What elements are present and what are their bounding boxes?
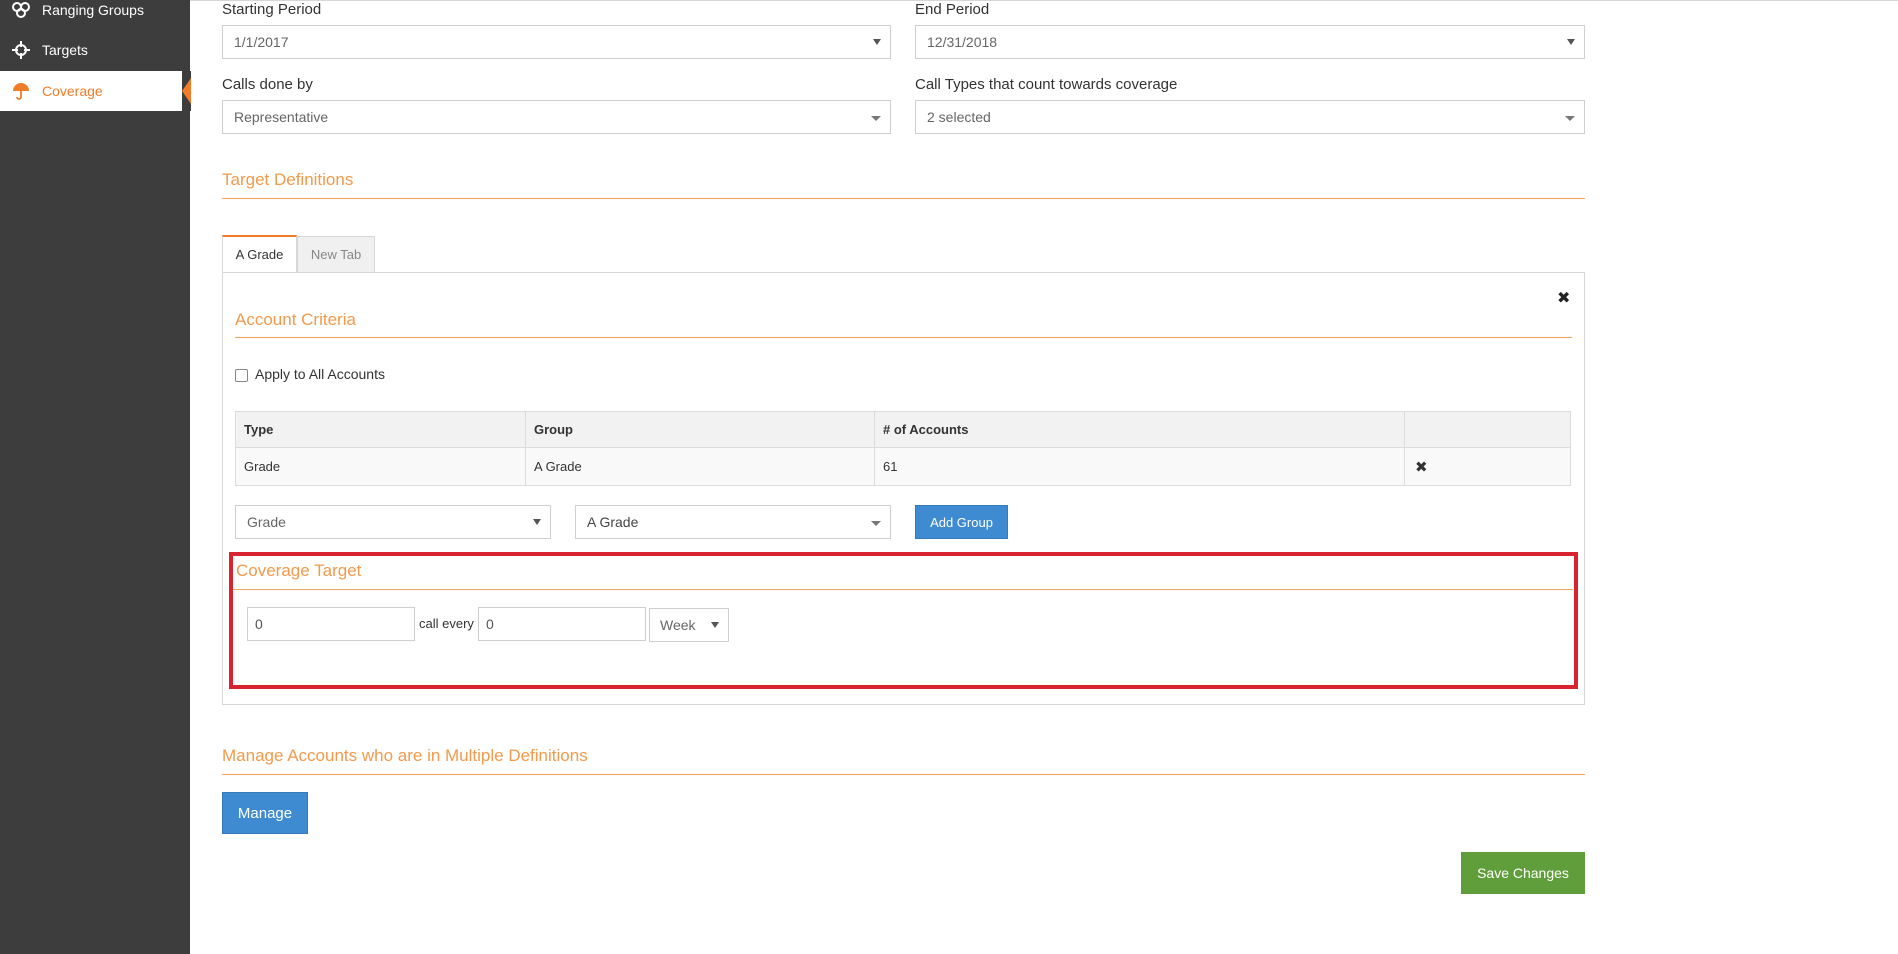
remove-row-icon[interactable]: ✖ — [1404, 447, 1571, 486]
criteria-type-value: Grade — [247, 514, 286, 530]
call-types-select[interactable]: 2 selected — [915, 100, 1585, 134]
starting-period-value: 1/1/2017 — [234, 34, 289, 50]
end-period-select[interactable]: 12/31/2018 — [915, 25, 1585, 59]
calls-done-by-value: Representative — [234, 109, 329, 125]
column-header-type: Type — [235, 411, 526, 448]
call-types-value: 2 selected — [927, 109, 991, 125]
coverage-calls-input[interactable]: 0 — [247, 607, 415, 641]
coverage-unit-select[interactable]: Week — [649, 608, 729, 642]
chevron-down-icon — [1565, 116, 1575, 121]
manage-button[interactable]: Manage — [222, 792, 308, 834]
criteria-type-select[interactable]: Grade — [235, 505, 551, 539]
end-period-label: End Period — [915, 1, 990, 18]
table-header-row: Type Group # of Accounts — [235, 411, 1571, 448]
sidebar-item-targets[interactable]: Targets — [0, 30, 190, 70]
sidebar-item-label: Targets — [42, 42, 88, 58]
chevron-down-icon — [533, 519, 541, 525]
coverage-target-title: Coverage Target — [236, 561, 362, 580]
criteria-group-value: A Grade — [587, 514, 639, 530]
add-group-button[interactable]: Add Group — [915, 505, 1008, 539]
close-icon[interactable]: ✖ — [1557, 288, 1570, 308]
tab-a-grade[interactable]: A Grade — [222, 235, 297, 272]
column-header-actions — [1404, 411, 1571, 448]
call-types-label: Call Types that count towards coverage — [915, 76, 1178, 93]
section-divider — [235, 337, 1572, 338]
targets-crosshair-icon — [10, 41, 32, 59]
account-criteria-title: Account Criteria — [235, 310, 356, 329]
coverage-interval-input[interactable]: 0 — [478, 607, 646, 641]
starting-period-label: Starting Period — [222, 1, 322, 18]
multiple-definitions-title: Manage Accounts who are in Multiple Defi… — [222, 746, 588, 765]
criteria-group-select[interactable]: A Grade — [575, 505, 891, 539]
coverage-unit-value: Week — [660, 617, 696, 633]
calls-done-by-select[interactable]: Representative — [222, 100, 891, 134]
apply-all-accounts-label: Apply to All Accounts — [255, 366, 385, 382]
chevron-down-icon — [871, 521, 881, 526]
cell-group: A Grade — [525, 447, 875, 486]
sidebar-item-ranging-groups[interactable]: Ranging Groups — [0, 0, 190, 30]
chevron-down-icon — [873, 39, 881, 45]
section-divider — [222, 774, 1585, 775]
tab-new-tab[interactable]: New Tab — [297, 236, 375, 273]
starting-period-select[interactable]: 1/1/2017 — [222, 25, 891, 59]
umbrella-icon — [10, 82, 32, 100]
chevron-down-icon — [871, 116, 881, 121]
column-header-accounts: # of Accounts — [874, 411, 1405, 448]
top-divider — [190, 0, 1898, 1]
chevron-down-icon — [711, 622, 719, 628]
end-period-value: 12/31/2018 — [927, 34, 998, 50]
sidebar-item-label: Ranging Groups — [42, 2, 144, 18]
cell-type: Grade — [235, 447, 526, 486]
calls-done-by-label: Calls done by — [222, 76, 313, 93]
section-divider — [222, 198, 1585, 199]
target-definitions-title: Target Definitions — [222, 170, 354, 189]
call-every-label: call every — [419, 616, 474, 631]
chevron-down-icon — [1567, 39, 1575, 45]
ranging-groups-icon — [10, 2, 32, 18]
apply-all-accounts-checkbox[interactable] — [235, 369, 248, 382]
table-row: Grade A Grade 61 ✖ — [235, 447, 1571, 486]
column-header-group: Group — [525, 411, 875, 448]
account-criteria-table: Type Group # of Accounts Grade A Grade 6… — [235, 411, 1571, 486]
sidebar-item-label: Coverage — [42, 83, 103, 99]
sidebar: Ranging Groups Targets Coverage — [0, 0, 191, 954]
sidebar-item-coverage[interactable]: Coverage — [0, 71, 191, 111]
section-divider — [233, 589, 1573, 590]
save-changes-button[interactable]: Save Changes — [1461, 852, 1585, 894]
cell-accounts: 61 — [874, 447, 1405, 486]
